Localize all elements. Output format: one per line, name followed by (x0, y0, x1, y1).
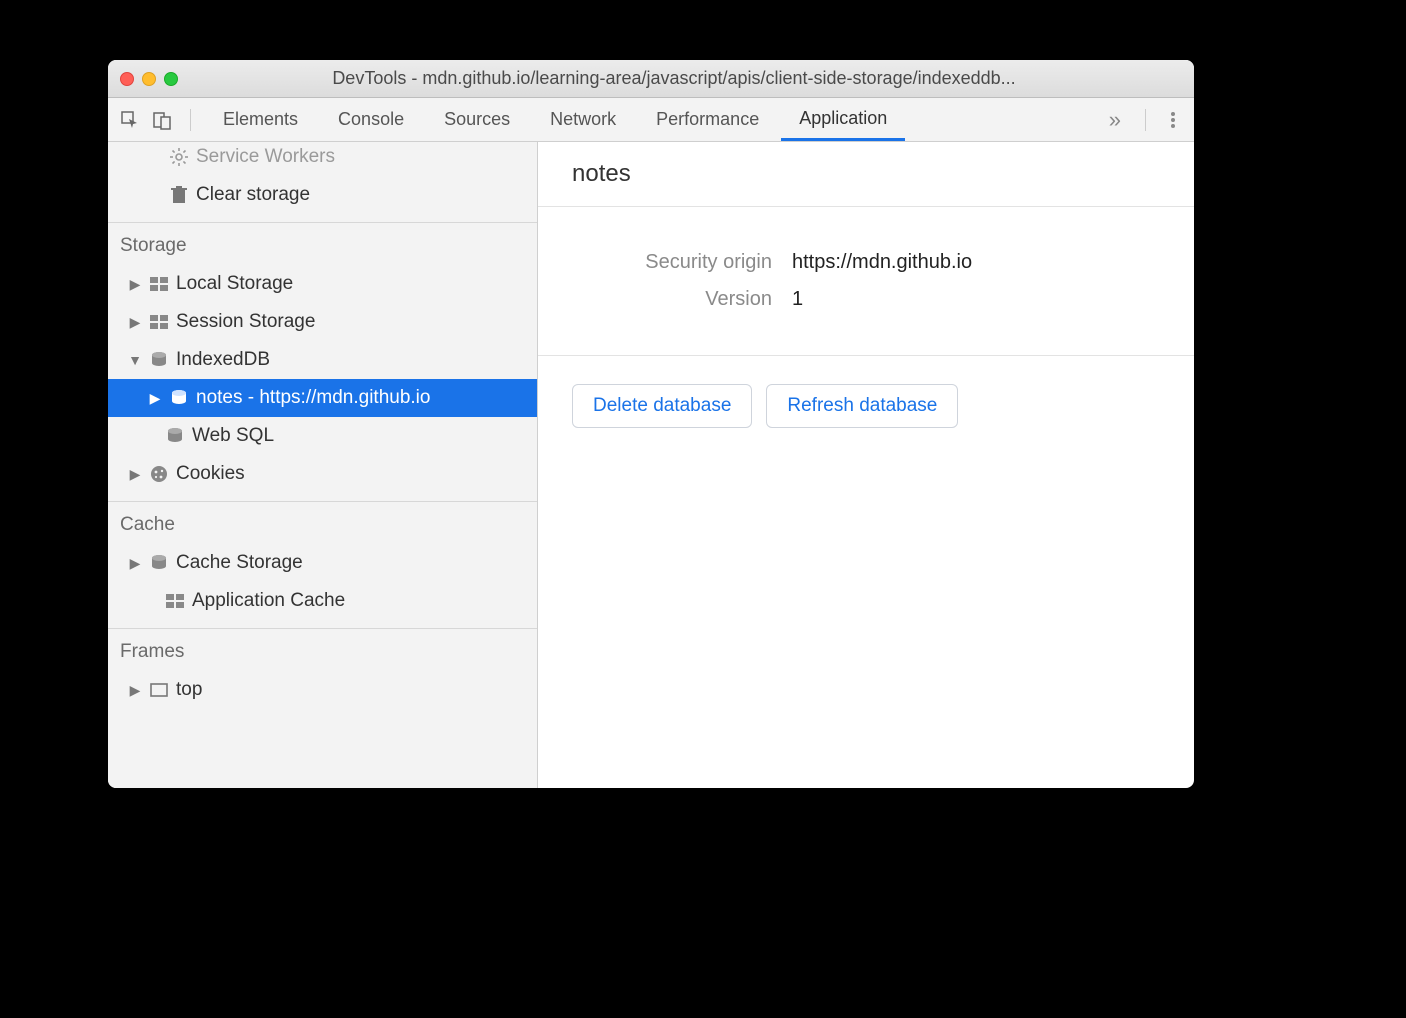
sidebar-item-service-workers[interactable]: ▶ Service Workers (108, 142, 537, 176)
disclosure-triangle-icon: ▶ (128, 276, 142, 293)
gear-icon (168, 147, 190, 167)
tabs-overflow-button[interactable]: » (1099, 107, 1131, 133)
sidebar-item-frame-top[interactable]: ▶ top (108, 671, 537, 709)
sidebar-group-frames: Frames ▶ top (108, 629, 537, 717)
tab-sources[interactable]: Sources (426, 98, 528, 141)
devtools-window: DevTools - mdn.github.io/learning-area/j… (108, 60, 1194, 788)
toolbar-menu-button[interactable] (1160, 110, 1186, 130)
frame-icon (148, 683, 170, 697)
grid-icon (148, 315, 170, 329)
database-icon (148, 554, 170, 572)
detail-properties: Security origin https://mdn.github.io Ve… (538, 207, 1194, 356)
detail-row-version: Version 1 (572, 288, 1160, 311)
inspect-element-icon[interactable] (116, 106, 144, 134)
grid-icon (164, 594, 186, 608)
sidebar-item-indexeddb[interactable]: ▼ IndexedDB (108, 341, 537, 379)
tab-application[interactable]: Application (781, 98, 905, 141)
toolbar-separator (1145, 109, 1146, 131)
disclosure-triangle-icon: ▶ (128, 682, 142, 699)
devtools-toolbar: Elements Console Sources Network Perform… (108, 98, 1194, 142)
detail-title: notes (538, 142, 1194, 207)
sidebar-item-label: Session Storage (176, 311, 315, 333)
disclosure-triangle-icon: ▶ (128, 314, 142, 331)
sidebar-top-group: ▶ Service Workers ▶ Clear storage (108, 142, 537, 223)
database-icon (168, 389, 190, 407)
main-split: ▶ Service Workers ▶ Clear storage Storag… (108, 142, 1194, 788)
sidebar-item-application-cache[interactable]: ▶ Application Cache (108, 582, 537, 620)
sidebar-item-clear-storage[interactable]: ▶ Clear storage (108, 176, 537, 214)
titlebar: DevTools - mdn.github.io/learning-area/j… (108, 60, 1194, 98)
sidebar-group-title: Frames (108, 629, 537, 671)
cookie-icon (148, 465, 170, 483)
sidebar-item-local-storage[interactable]: ▶ Local Storage (108, 265, 537, 303)
disclosure-triangle-icon: ▶ (148, 390, 162, 407)
tab-network[interactable]: Network (532, 98, 634, 141)
sidebar-group-cache: Cache ▶ Cache Storage ▶ Application Cach… (108, 502, 537, 629)
sidebar-item-label: Service Workers (196, 146, 335, 168)
panel-tabs: Elements Console Sources Network Perform… (205, 98, 1095, 141)
sidebar-item-cookies[interactable]: ▶ Cookies (108, 455, 537, 493)
sidebar-item-label: notes - https://mdn.github.io (196, 387, 430, 409)
sidebar-group-title: Storage (108, 223, 537, 265)
maximize-window-button[interactable] (164, 72, 178, 86)
detail-key: Security origin (572, 251, 772, 274)
detail-value: https://mdn.github.io (792, 251, 972, 274)
sidebar-item-label: top (176, 679, 202, 701)
sidebar-item-indexeddb-notes[interactable]: ▶ notes - https://mdn.github.io (108, 379, 537, 417)
detail-pane: notes Security origin https://mdn.github… (538, 142, 1194, 788)
sidebar-group-title: Cache (108, 502, 537, 544)
detail-value: 1 (792, 288, 803, 311)
tab-performance[interactable]: Performance (638, 98, 777, 141)
grid-icon (148, 277, 170, 291)
window-title: DevTools - mdn.github.io/learning-area/j… (196, 68, 1182, 89)
tab-elements[interactable]: Elements (205, 98, 316, 141)
trash-icon (168, 185, 190, 205)
sidebar-item-cache-storage[interactable]: ▶ Cache Storage (108, 544, 537, 582)
detail-actions: Delete database Refresh database (538, 356, 1194, 456)
sidebar-item-label: Web SQL (192, 425, 274, 447)
application-sidebar: ▶ Service Workers ▶ Clear storage Storag… (108, 142, 538, 788)
sidebar-group-storage: Storage ▶ Local Storage ▶ Session Storag… (108, 223, 537, 502)
database-icon (164, 427, 186, 445)
detail-key: Version (572, 288, 772, 311)
window-controls (120, 72, 178, 86)
tab-console[interactable]: Console (320, 98, 422, 141)
sidebar-item-label: Clear storage (196, 184, 310, 206)
sidebar-item-label: IndexedDB (176, 349, 270, 371)
sidebar-item-label: Application Cache (192, 590, 345, 612)
delete-database-button[interactable]: Delete database (572, 384, 752, 428)
sidebar-item-websql[interactable]: ▶ Web SQL (108, 417, 537, 455)
toolbar-separator (190, 109, 191, 131)
refresh-database-button[interactable]: Refresh database (766, 384, 958, 428)
detail-row-security-origin: Security origin https://mdn.github.io (572, 251, 1160, 274)
disclosure-triangle-icon: ▶ (128, 555, 142, 572)
disclosure-triangle-icon: ▶ (128, 466, 142, 483)
sidebar-item-label: Local Storage (176, 273, 293, 295)
sidebar-item-session-storage[interactable]: ▶ Session Storage (108, 303, 537, 341)
sidebar-item-label: Cookies (176, 463, 245, 485)
minimize-window-button[interactable] (142, 72, 156, 86)
device-toolbar-icon[interactable] (148, 106, 176, 134)
database-icon (148, 351, 170, 369)
sidebar-item-label: Cache Storage (176, 552, 303, 574)
disclosure-triangle-icon: ▼ (128, 352, 142, 368)
close-window-button[interactable] (120, 72, 134, 86)
